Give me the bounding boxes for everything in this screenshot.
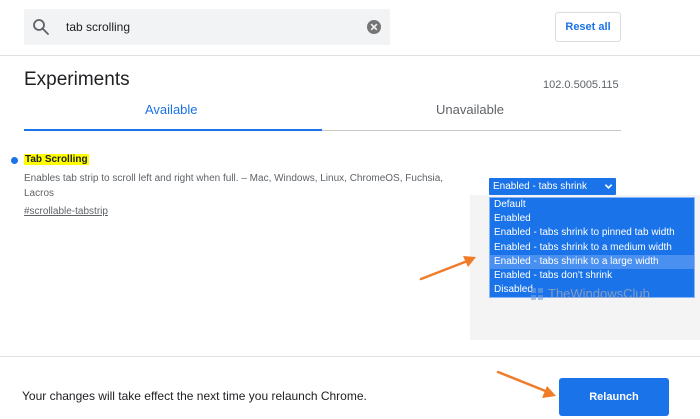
annotation-arrow-icon [496, 370, 556, 398]
experiment-description: Enables tab strip to scroll left and rig… [24, 173, 444, 199]
active-tab-indicator [24, 129, 322, 131]
footer-divider [0, 356, 700, 357]
tab-unavailable[interactable]: Unavailable [436, 102, 504, 117]
option-dont-shrink[interactable]: Enabled - tabs don't shrink [490, 269, 694, 283]
option-shrink-pinned-width[interactable]: Enabled - tabs shrink to pinned tab widt… [490, 226, 694, 240]
page-title: Experiments [24, 69, 130, 90]
watermark-text: TheWindowsClub [548, 286, 650, 301]
option-shrink-large-width[interactable]: Enabled - tabs shrink to a large width [490, 254, 694, 269]
option-shrink-medium-width[interactable]: Enabled - tabs shrink to a medium width [490, 241, 694, 255]
option-enabled[interactable]: Enabled [490, 212, 694, 226]
search-icon [33, 19, 49, 35]
version-label: 102.0.5005.115 [543, 79, 619, 91]
annotation-arrow-icon [419, 256, 476, 281]
option-default[interactable]: Default [490, 198, 694, 212]
experiment-state-select[interactable]: Enabled - tabs shrink [489, 178, 616, 195]
clear-search-icon[interactable] [366, 19, 382, 35]
watermark-logo-icon [531, 287, 543, 300]
watermark: TheWindowsClub [530, 286, 650, 301]
reset-all-button[interactable]: Reset all [555, 12, 621, 42]
header-divider [0, 55, 700, 56]
select-value: Enabled - tabs shrink [493, 181, 587, 192]
search-header: tab scrolling Reset all [0, 0, 700, 55]
tab-available[interactable]: Available [145, 102, 198, 117]
chevron-down-icon [604, 184, 613, 189]
select-options-list[interactable]: Default Enabled Enabled - tabs shrink to… [489, 197, 695, 299]
search-field[interactable]: tab scrolling [24, 9, 390, 45]
relaunch-button[interactable]: Relaunch [559, 378, 669, 416]
relaunch-notice: Your changes will take effect the next t… [22, 389, 367, 403]
modified-indicator-dot [11, 157, 18, 164]
experiment-name: Tab Scrolling [24, 154, 89, 165]
experiment-permalink[interactable]: #scrollable-tabstrip [24, 206, 108, 217]
search-input[interactable]: tab scrolling [66, 20, 130, 34]
